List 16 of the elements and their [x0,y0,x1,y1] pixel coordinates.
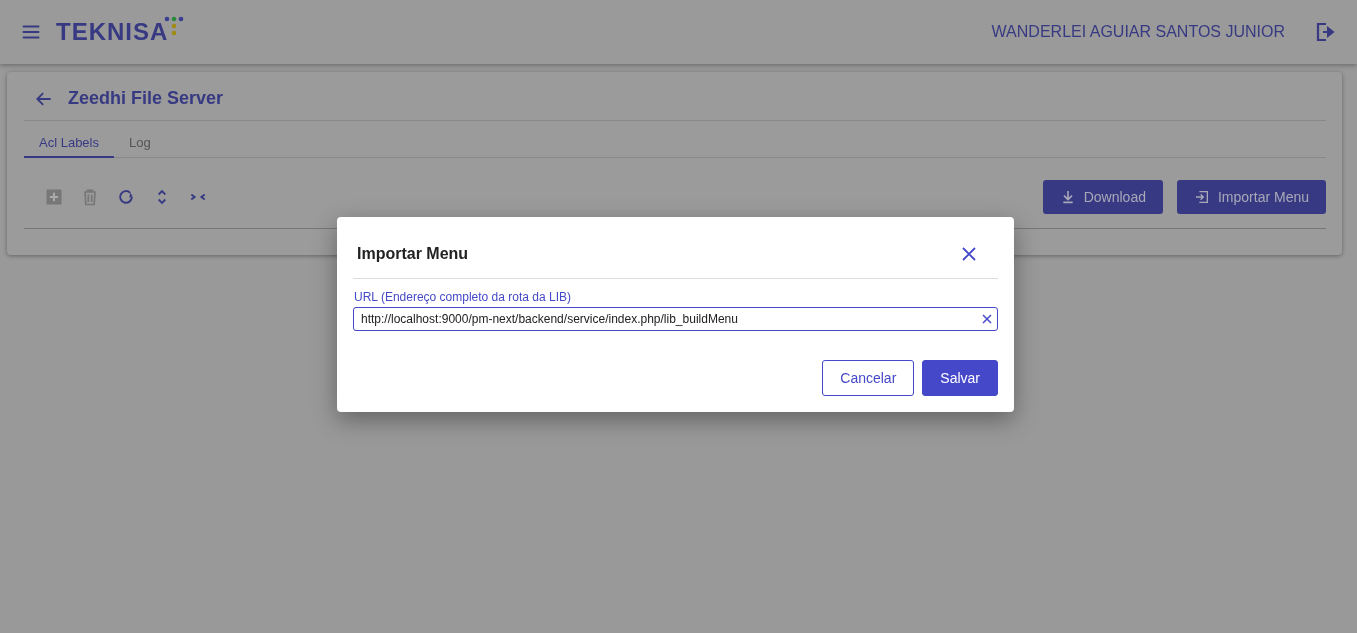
close-button[interactable] [960,245,978,263]
field-label: URL (Endereço completo da rota da LIB) [354,290,572,304]
cancel-button[interactable]: Cancelar [822,360,915,396]
page-title: Zeedhi File Server [68,88,224,109]
tab[interactable]: Log [114,132,166,158]
tab[interactable]: Acl Labels [24,132,114,158]
url-field[interactable]: http://localhost:9000/pm-next/backend/service/index.php/lib_buildMenu [353,307,998,331]
login-icon [1193,189,1210,205]
user-name: WANDERLEI AGUIAR SANTOS JUNIOR [991,23,1285,41]
save-button[interactable]: Salvar [922,360,998,396]
download-button[interactable]: Download [1042,180,1163,214]
refresh-icon[interactable] [116,187,136,207]
import-button[interactable]: Importar Menu [1176,180,1326,214]
dialog-title: Importar Menu [357,245,469,263]
brand-logo: TEKNISA [56,18,189,46]
clear-icon[interactable] [981,313,993,325]
